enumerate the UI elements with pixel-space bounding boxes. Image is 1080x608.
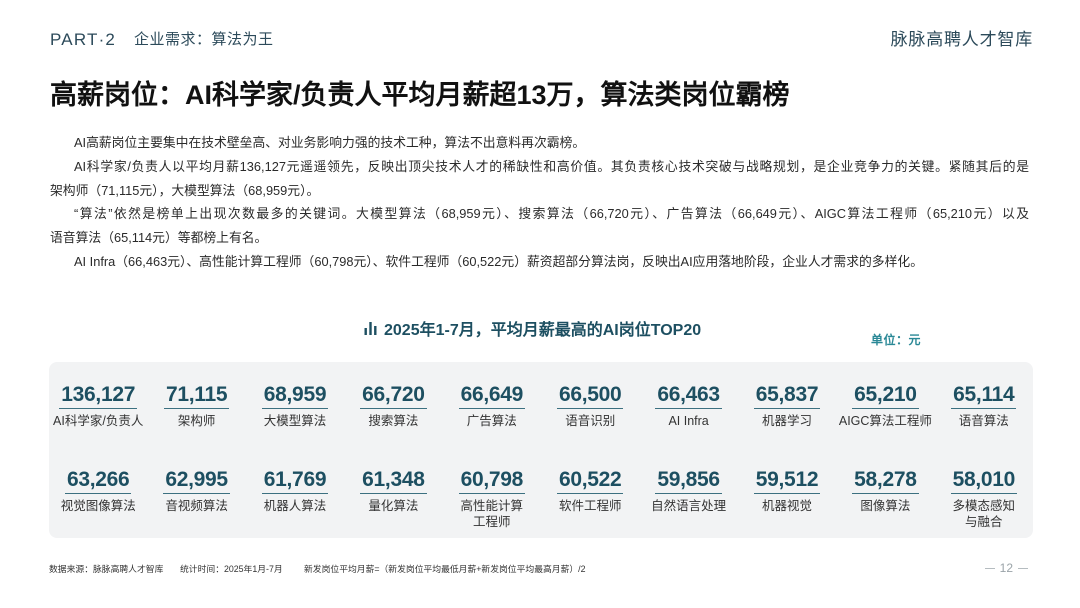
rank-job-label: 语音识别 bbox=[565, 414, 616, 428]
rank-job-label: 机器视觉 bbox=[761, 499, 812, 513]
rank-item: 66,720 搜索算法 bbox=[344, 383, 442, 468]
rank-job-label: AI Infra bbox=[668, 414, 709, 428]
page-number-dash bbox=[984, 567, 995, 569]
section-title: 企业需求：算法为王 bbox=[134, 31, 274, 48]
rank-item: 65,837 机器学习 bbox=[738, 383, 836, 468]
slide: PART·2 企业需求：算法为王 脉脉高聘人才智库 高薪岗位：AI科学家/负责人… bbox=[0, 0, 1080, 608]
paragraph: AI科学家/负责人以平均月薪136,127元遥遥领先，反映出顶尖技术人才的稀缺性… bbox=[50, 155, 1029, 203]
rank-job-label: 视觉图像算法 bbox=[60, 499, 136, 513]
rank-item: 66,649 广告算法 bbox=[443, 383, 541, 468]
rank-salary-value: 59,856 bbox=[655, 468, 722, 494]
unit-label: 单位：元 bbox=[871, 333, 922, 347]
paragraph-line: 架构师（71,115元），大模型算法（68,959元）。 bbox=[50, 182, 320, 198]
rank-salary-value: 68,959 bbox=[261, 383, 329, 409]
ranking-grid: 136,127 AI科学家/负责人 71,115 架构师 68,959 大模型算法 66,7… bbox=[49, 383, 1033, 553]
page-title: 高薪岗位：AI科学家/负责人平均月薪超13万，算法类岗位霸榜 bbox=[50, 80, 790, 110]
paragraph-line: AI科学家/负责人以平均月薪136,127元遥遥领先，反映出顶尖技术人才的稀缺性… bbox=[74, 158, 1029, 174]
rank-item: 62,995 音视频算法 bbox=[147, 468, 245, 553]
rank-job-label: 机器人算法 bbox=[263, 499, 327, 513]
paragraph-line: AI Infra（66,463元）、高性能计算工程师（60,798元）、软件工程… bbox=[74, 253, 923, 269]
rank-job-label: 语音算法 bbox=[958, 414, 1009, 428]
rank-item: 136,127 AI科学家/负责人 bbox=[49, 383, 147, 468]
rank-item: 58,010 多模态感知 与融合 bbox=[935, 468, 1033, 553]
rank-salary-value: 60,522 bbox=[556, 468, 624, 494]
paragraph: “算法”依然是榜单上出现次数最多的关键词。大模型算法（68,959元）、搜索算法… bbox=[50, 202, 1029, 250]
rank-salary-value: 66,463 bbox=[655, 383, 722, 409]
rank-salary-value: 136,127 bbox=[59, 383, 138, 409]
rank-job-label: 机器学习 bbox=[761, 414, 812, 428]
rank-salary-value: 61,769 bbox=[261, 468, 329, 494]
page-number-dash bbox=[1018, 567, 1028, 569]
rank-salary-value: 63,266 bbox=[64, 468, 132, 494]
rank-job-label: 图像算法 bbox=[860, 499, 911, 513]
intro-text: AI高薪岗位主要集中在技术壁垒高、对业务影响力强的技术工种，算法不出意料再次霸榜… bbox=[50, 131, 1029, 274]
rank-salary-value: 61,348 bbox=[360, 468, 427, 494]
rank-salary-value: 66,720 bbox=[360, 383, 427, 409]
rank-job-label: 广告算法 bbox=[466, 414, 517, 428]
rank-job-label: 搜索算法 bbox=[368, 414, 419, 428]
paragraph-line: AI高薪岗位主要集中在技术壁垒高、对业务影响力强的技术工种，算法不出意料再次霸榜… bbox=[74, 135, 586, 150]
rank-item: 61,769 机器人算法 bbox=[246, 468, 344, 553]
rank-item: 66,500 语音识别 bbox=[541, 383, 639, 468]
rank-job-label: 多模态感知 与融合 bbox=[952, 499, 1016, 529]
rank-salary-value: 58,278 bbox=[852, 468, 919, 494]
rank-item: 68,959 大模型算法 bbox=[246, 383, 344, 468]
bar-chart-icon bbox=[364, 321, 377, 335]
rank-salary-value: 62,995 bbox=[163, 468, 230, 494]
rank-item: 59,856 自然语言处理 bbox=[639, 468, 737, 553]
rank-item: 65,114 语音算法 bbox=[935, 383, 1033, 468]
rank-salary-value: 65,837 bbox=[753, 383, 821, 409]
rank-item: 59,512 机器视觉 bbox=[738, 468, 836, 553]
rank-item: 63,266 视觉图像算法 bbox=[49, 468, 147, 553]
rank-item: 71,115 架构师 bbox=[147, 383, 245, 468]
rank-item: 60,522 软件工程师 bbox=[541, 468, 639, 553]
paragraph: AI高薪岗位主要集中在技术壁垒高、对业务影响力强的技术工种，算法不出意料再次霸榜… bbox=[50, 131, 1029, 155]
rank-item: 65,210 AIGC算法工程师 bbox=[836, 383, 934, 468]
rank-job-label: AIGC算法工程师 bbox=[838, 414, 932, 428]
rank-job-label: AI科学家/负责人 bbox=[53, 414, 144, 428]
ranking-panel: 136,127 AI科学家/负责人 71,115 架构师 68,959 大模型算法 66,7… bbox=[49, 362, 1033, 538]
ranking-title-text: 2025年1-7月，平均月薪最高的AI岗位TOP20 bbox=[384, 322, 702, 339]
rank-salary-value: 65,210 bbox=[852, 383, 919, 409]
rank-job-label: 音视频算法 bbox=[165, 499, 228, 513]
rank-salary-value: 66,500 bbox=[556, 383, 624, 409]
rank-item: 66,463 AI Infra bbox=[639, 383, 737, 468]
rank-salary-value: 58,010 bbox=[950, 468, 1018, 494]
paragraph-line: “算法”依然是榜单上出现次数最多的关键词。大模型算法（68,959元）、搜索算法… bbox=[74, 206, 1029, 222]
rank-job-label: 大模型算法 bbox=[263, 414, 327, 428]
rank-salary-value: 66,649 bbox=[458, 383, 526, 409]
rank-job-label: 架构师 bbox=[177, 414, 216, 428]
stat-period: 统计时间：2025年1月-7月 bbox=[180, 564, 283, 574]
rank-salary-value: 59,512 bbox=[753, 468, 821, 494]
data-source: 数据来源：脉脉高聘人才智库 bbox=[49, 564, 164, 574]
rank-item: 58,278 图像算法 bbox=[836, 468, 934, 553]
formula-note: 新发岗位平均月薪=（新发岗位平均最低月薪+新发岗位平均最高月薪）/2 bbox=[304, 564, 586, 574]
brand-name: 脉脉高聘人才智库 bbox=[890, 30, 1033, 49]
paragraph: AI Infra（66,463元）、高性能计算工程师（60,798元）、软件工程… bbox=[50, 250, 1029, 274]
page-number-text: 12 bbox=[999, 561, 1013, 575]
rank-salary-value: 71,115 bbox=[163, 383, 230, 409]
rank-job-label: 自然语言处理 bbox=[651, 499, 727, 513]
rank-salary-value: 60,798 bbox=[458, 468, 526, 494]
rank-salary-value: 65,114 bbox=[951, 383, 1017, 409]
paragraph-line: 语音算法（65,114元）等都榜上有名。 bbox=[50, 230, 268, 246]
rank-item: 60,798 高性能计算 工程师 bbox=[443, 468, 541, 553]
rank-job-label: 量化算法 bbox=[368, 499, 419, 513]
rank-job-label: 软件工程师 bbox=[558, 499, 622, 513]
ranking-title: 2025年1-7月，平均月薪最高的AI岗位TOP20 bbox=[364, 318, 702, 339]
rank-job-label: 高性能计算 工程师 bbox=[460, 499, 524, 529]
page-number: 12 bbox=[984, 561, 1028, 575]
rank-item: 61,348 量化算法 bbox=[344, 468, 442, 553]
part-label: PART·2 bbox=[50, 30, 117, 49]
